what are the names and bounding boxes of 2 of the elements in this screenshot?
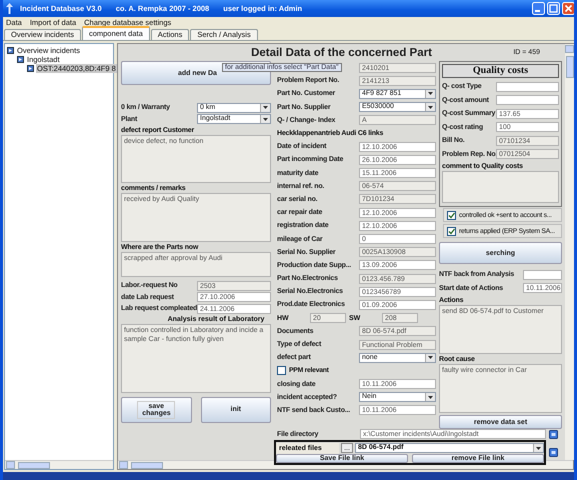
section-title: Detail Data of the concerned Part [251,46,432,58]
group-title: Quality costs [442,64,559,78]
